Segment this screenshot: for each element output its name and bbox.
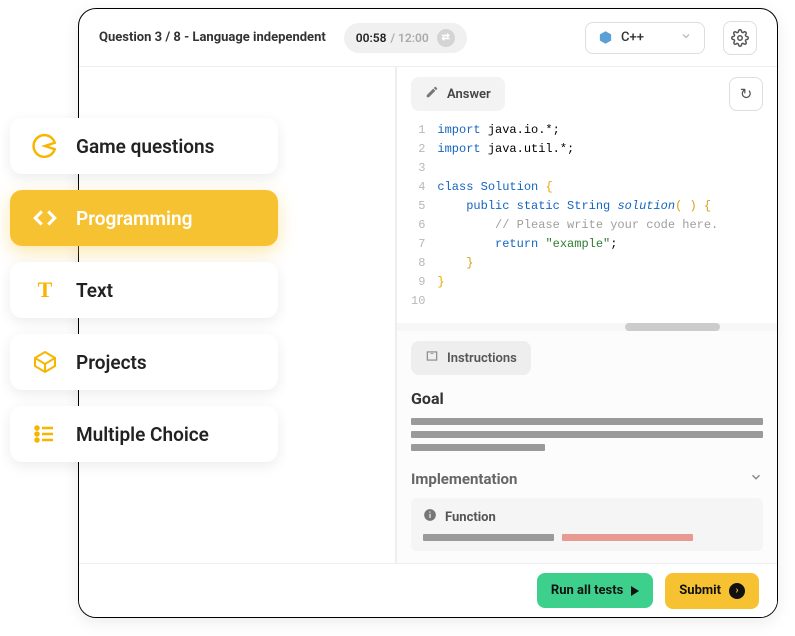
scrollbar-thumb[interactable]	[625, 323, 720, 331]
code-editor[interactable]: 12345678910 import java.io.*; import jav…	[397, 121, 777, 319]
topbar: Question 3 / 8 - Language independent 00…	[79, 9, 777, 67]
answer-tab-label: Answer	[447, 87, 491, 102]
line-gutter: 12345678910	[411, 121, 437, 311]
sidebar-item-label: Programming	[76, 207, 192, 230]
reload-icon: ↻	[740, 85, 753, 103]
cube-icon	[32, 349, 58, 375]
submit-button[interactable]: Submit ›	[665, 573, 759, 609]
code-icon	[32, 205, 58, 231]
sidebar-item-projects[interactable]: Projects	[10, 334, 278, 390]
pencil-icon	[425, 85, 439, 103]
sidebar-item-label: Text	[76, 279, 113, 302]
instructions-tab-label: Instructions	[447, 351, 517, 366]
breadcrumb: Question 3 / 8 - Language independent	[99, 30, 326, 45]
horizontal-scrollbar[interactable]	[397, 323, 777, 331]
placeholder-text	[411, 418, 763, 425]
chevron-down-icon	[749, 469, 763, 488]
arrow-right-icon: ›	[729, 583, 745, 599]
chevron-down-icon	[680, 30, 692, 46]
function-block: Function	[411, 498, 763, 551]
cpp-icon	[598, 30, 613, 45]
sidebar-item-label: Projects	[76, 351, 147, 374]
implementation-row[interactable]: Implementation	[411, 469, 763, 488]
timer[interactable]: 00:58 / 12:00 ⇄	[344, 23, 467, 53]
run-tests-button[interactable]: Run all tests	[537, 573, 653, 608]
submit-label: Submit	[679, 583, 721, 598]
implementation-title: Implementation	[411, 470, 517, 488]
sidebar-nav: Game questions Programming T Text Projec…	[10, 118, 278, 462]
answer-header: Answer ↻	[397, 67, 777, 121]
sidebar-item-label: Multiple Choice	[76, 423, 209, 446]
placeholder-text	[411, 444, 545, 451]
sidebar-item-programming[interactable]: Programming	[10, 190, 278, 246]
placeholder-bar	[562, 534, 693, 541]
bottom-bar: Run all tests Submit ›	[79, 563, 777, 617]
timer-total: / 12:00	[390, 31, 428, 45]
answer-tab[interactable]: Answer	[411, 77, 505, 111]
settings-button[interactable]	[723, 21, 757, 55]
placeholder-bar	[423, 534, 554, 541]
function-label: Function	[445, 510, 496, 525]
pacman-icon	[32, 133, 58, 159]
reload-button[interactable]: ↻	[729, 77, 763, 111]
code-lines[interactable]: import java.io.*; import java.util.*; cl…	[437, 121, 763, 311]
sidebar-item-multiple-choice[interactable]: Multiple Choice	[10, 406, 278, 462]
language-select[interactable]: C++	[585, 22, 705, 54]
goal-title: Goal	[411, 389, 763, 408]
swap-icon[interactable]: ⇄	[437, 29, 455, 47]
right-column: Answer ↻ 12345678910 import java.io.*; i…	[395, 67, 777, 617]
book-icon	[425, 349, 439, 367]
timer-elapsed: 00:58	[356, 31, 387, 45]
placeholder-text	[411, 431, 763, 438]
list-icon	[32, 421, 58, 447]
info-icon	[423, 508, 437, 526]
run-label: Run all tests	[551, 583, 623, 598]
sidebar-item-label: Game questions	[76, 135, 214, 158]
language-label: C++	[621, 30, 644, 45]
text-icon: T	[32, 277, 58, 303]
sidebar-item-text[interactable]: T Text	[10, 262, 278, 318]
instructions-tab[interactable]: Instructions	[411, 341, 531, 375]
play-icon	[631, 586, 639, 596]
sidebar-item-game-questions[interactable]: Game questions	[10, 118, 278, 174]
